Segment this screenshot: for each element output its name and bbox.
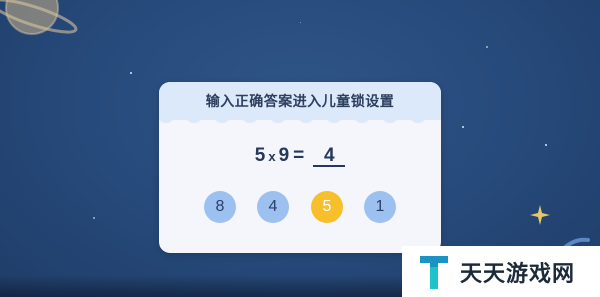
planet-icon: [0, 0, 78, 35]
star-decoration: [545, 144, 547, 146]
star-decoration: [93, 217, 95, 219]
header-wave-edge: [159, 116, 441, 123]
brand-name: 天天游戏网: [460, 261, 576, 287]
math-question: 5 x 9 = 4: [159, 145, 441, 167]
child-lock-dialog: 输入正确答案进入儿童锁设置 5 x 9 = 4 8 4 5 1: [159, 82, 441, 253]
dialog-header: 输入正确答案进入儿童锁设置: [159, 82, 441, 123]
option-button[interactable]: 1: [364, 191, 396, 223]
option-button[interactable]: 4: [257, 191, 289, 223]
operand-right: 9: [278, 145, 290, 166]
equals-sign: =: [293, 145, 305, 166]
brand-logo-icon: [420, 255, 448, 289]
answer-input[interactable]: 4: [313, 146, 346, 167]
star-decoration: [486, 46, 488, 48]
star-decoration: [300, 22, 301, 23]
option-button-selected[interactable]: 5: [311, 191, 343, 223]
star-decoration: [462, 126, 464, 128]
answer-options: 8 4 5 1: [159, 191, 441, 223]
star-decoration: [130, 72, 132, 74]
brand-watermark: 天天游戏网: [402, 246, 600, 297]
operator-multiply: x: [268, 149, 276, 164]
sparkle-icon: [530, 205, 550, 225]
dialog-title: 输入正确答案进入儿童锁设置: [205, 94, 395, 110]
operand-left: 5: [254, 145, 266, 166]
option-button[interactable]: 8: [204, 191, 236, 223]
